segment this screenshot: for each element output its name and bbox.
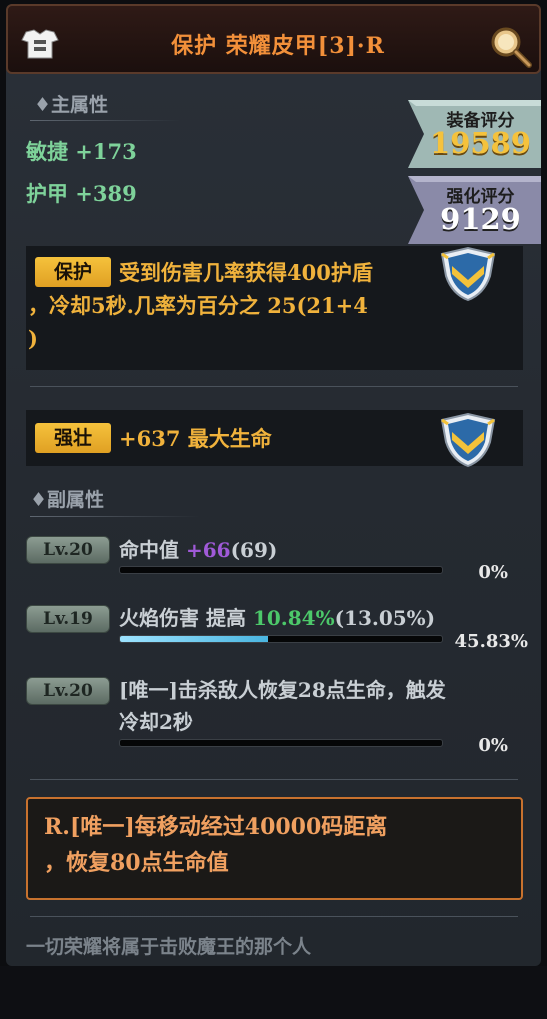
sub-attr-title: ♦副属性 bbox=[30, 489, 105, 511]
effect-tag-strong: 强壮 bbox=[35, 423, 111, 453]
magnifier-icon[interactable] bbox=[486, 22, 534, 70]
divider bbox=[30, 779, 518, 780]
progress-percent: 0% bbox=[478, 562, 508, 583]
item-detail-panel: 保护 荣耀皮甲[3]·R ♦主属性 敏捷 +173 护甲 +389 装备评分 1… bbox=[6, 4, 541, 966]
sub-attr-unique-kill: [唯一]击杀敌人恢复28点生命，触发 bbox=[119, 678, 446, 702]
level-badge: Lv.20 bbox=[26, 536, 110, 564]
armor-icon bbox=[21, 29, 59, 59]
attr-agility: 敏捷 +173 bbox=[26, 139, 137, 164]
sub-attr-name: 火焰伤害 提高 bbox=[119, 606, 253, 630]
effect-tag-protect: 保护 bbox=[35, 257, 111, 287]
effect-box-strong: 强壮 +637 最大生命 bbox=[26, 410, 523, 468]
sub-attr-base: (13.05%) bbox=[334, 606, 436, 630]
effect-text-line: ) bbox=[28, 326, 38, 351]
item-title: 保护 荣耀皮甲[3]·R bbox=[171, 33, 385, 59]
unique-line: R.[唯一]每移动经过40000码距离 bbox=[44, 814, 388, 840]
unique-effect-box: R.[唯一]每移动经过40000码距离 ，恢复80点生命值 bbox=[26, 797, 523, 900]
progress-bar bbox=[119, 635, 443, 643]
shield-badge-icon bbox=[440, 246, 496, 302]
effect-box-protect: 保护 受到伤害几率获得400护盾 ，冷却5秒.几率为百分之 25(21+4 ) bbox=[26, 246, 523, 370]
progress-fill bbox=[120, 636, 268, 642]
item-header: 保护 荣耀皮甲[3]·R bbox=[6, 4, 541, 74]
level-badge: Lv.20 bbox=[26, 677, 110, 705]
sub-attr-underline bbox=[30, 516, 200, 517]
enhance-score-value: 9129 bbox=[440, 202, 521, 236]
divider bbox=[30, 916, 518, 917]
progress-bar bbox=[119, 566, 443, 574]
sub-attr-name: 命中值 bbox=[119, 538, 186, 562]
sub-attr-unique-kill-line2: 冷却2秒 bbox=[119, 710, 193, 734]
level-badge: Lv.19 bbox=[26, 605, 110, 633]
unique-effect-text: R.[唯一]每移动经过40000码距离 ，恢复80点生命值 bbox=[44, 809, 514, 881]
progress-percent: 45.83% bbox=[454, 631, 528, 652]
sub-attr-bonus: +66 bbox=[185, 538, 231, 562]
unique-line: ，恢复80点生命值 bbox=[44, 850, 229, 876]
shield-badge-icon bbox=[440, 412, 496, 468]
attr-armor: 护甲 +389 bbox=[26, 181, 137, 206]
effect-text-line: 受到伤害几率获得400护盾 bbox=[119, 260, 373, 285]
main-attr-underline bbox=[30, 120, 180, 121]
sub-attr-base: (69) bbox=[230, 538, 278, 562]
effect-text-line: ，冷却5秒.几率为百分之 25(21+4 bbox=[28, 293, 368, 318]
sub-attr-bonus: 10.84% bbox=[252, 606, 335, 630]
main-attr-title: ♦主属性 bbox=[34, 94, 109, 116]
bottom-bar bbox=[0, 966, 547, 1019]
equip-score-value: 19589 bbox=[430, 126, 531, 160]
progress-bar bbox=[119, 739, 443, 747]
progress-percent: 0% bbox=[478, 735, 508, 756]
sub-attr-fire: 火焰伤害 提高 10.84%(13.05%) bbox=[119, 602, 435, 631]
enhance-score-ribbon: 强化评分 9129 bbox=[408, 176, 541, 244]
flavor-text: 一切荣耀将属于击败魔王的那个人 bbox=[26, 936, 312, 958]
equip-score-ribbon: 装备评分 19589 bbox=[408, 100, 541, 168]
divider bbox=[30, 386, 518, 387]
sub-attr-hit: 命中值 +66(69) bbox=[119, 534, 277, 563]
effect-text-line: +637 最大生命 bbox=[119, 426, 272, 451]
